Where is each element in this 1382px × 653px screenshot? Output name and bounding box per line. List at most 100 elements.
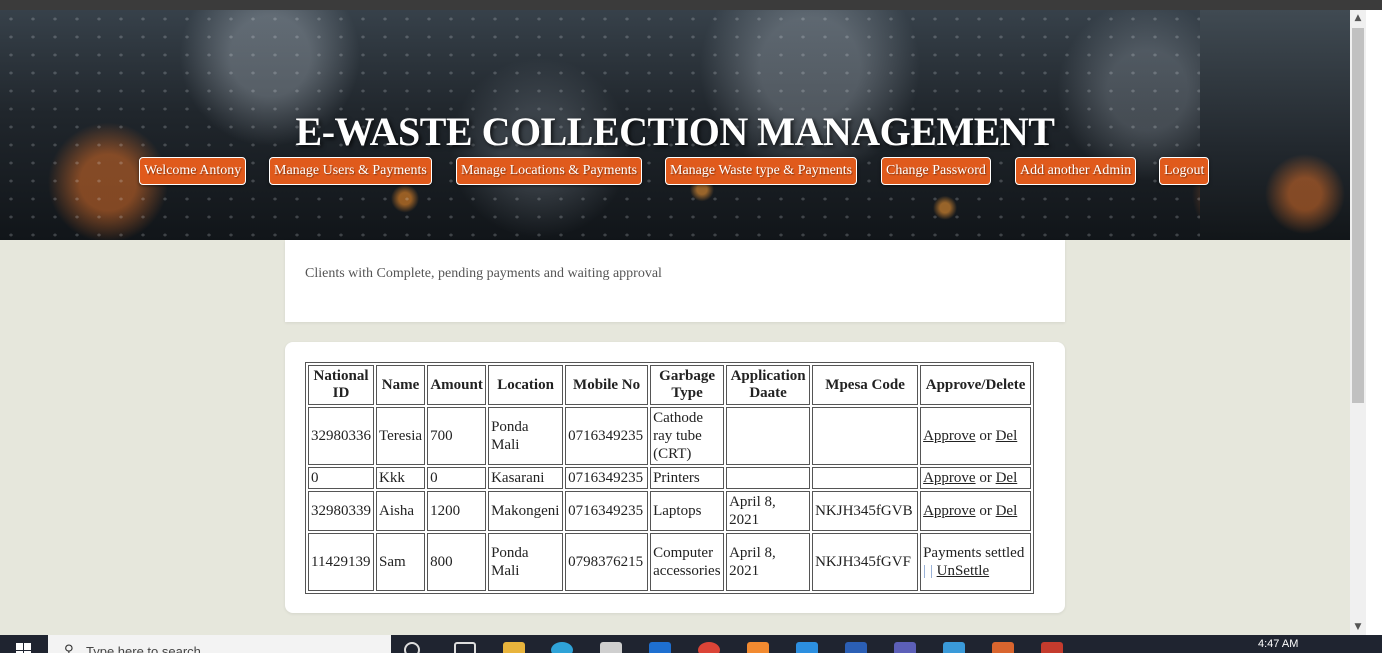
app-icon[interactable] — [894, 642, 916, 653]
cell-location: Ponda Mali — [488, 533, 564, 591]
cell-national-id: 11429139 — [308, 533, 374, 591]
window-right-gutter — [1366, 10, 1382, 635]
col-location: Location — [488, 365, 564, 405]
col-mpesa-code: Mpesa Code — [812, 365, 919, 405]
cell-location: Ponda Mali — [488, 407, 564, 465]
cell-garbage-type: Computer accessories — [650, 533, 725, 591]
approve-link[interactable]: Approve — [923, 470, 976, 486]
table-row: 32980339 Aisha 1200 Makongeni 0716349235… — [308, 491, 1032, 531]
cell-national-id: 32980336 — [308, 407, 374, 465]
cell-name: Teresia — [376, 407, 426, 465]
search-icon: ⚲ — [64, 643, 74, 653]
cell-garbage-type: Printers — [650, 467, 725, 489]
table-row: 0 Kkk 0 Kasarani 0716349235 Printers App… — [308, 467, 1032, 489]
info-card: Clients with Complete, pending payments … — [285, 240, 1065, 322]
table-row: 32980336 Teresia 700 Ponda Mali 07163492… — [308, 407, 1032, 465]
xampp-icon[interactable] — [747, 642, 769, 653]
vscode-icon[interactable] — [796, 642, 818, 653]
cell-garbage-type: Cathode ray tube (CRT) — [650, 407, 725, 465]
cell-mobile: 0716349235 — [565, 467, 649, 489]
search-placeholder: Type here to search — [86, 644, 201, 653]
nav-logout[interactable]: Logout — [1159, 157, 1210, 185]
delete-link[interactable]: Del — [996, 470, 1018, 486]
cell-application-date — [726, 467, 811, 489]
nav-manage-users[interactable]: Manage Users & Payments — [269, 157, 432, 185]
cell-mpesa-code: NKJH345fGVF — [812, 533, 919, 591]
cell-amount: 700 — [427, 407, 487, 465]
cell-location: Makongeni — [488, 491, 564, 531]
cell-garbage-type: Laptops — [650, 491, 725, 531]
approve-link[interactable]: Approve — [923, 503, 976, 519]
cell-amount: 1200 — [427, 491, 487, 531]
delete-link[interactable]: Del — [996, 428, 1018, 444]
or-text: or — [979, 470, 992, 486]
table-header-row: National ID Name Amount Location Mobile … — [308, 365, 1032, 405]
app-icon[interactable] — [992, 642, 1014, 653]
separator: | | — [923, 563, 933, 579]
cell-actions: Approve or Del — [920, 491, 1032, 531]
nav-manage-waste-type[interactable]: Manage Waste type & Payments — [665, 157, 858, 185]
cell-mobile: 0716349235 — [565, 407, 649, 465]
or-text: or — [979, 428, 992, 444]
browser-top-strip — [0, 0, 1382, 10]
page-viewport: E-WASTE COLLECTION MANAGEMENT Welcome An… — [0, 10, 1350, 635]
file-explorer-icon[interactable] — [503, 642, 525, 653]
cell-application-date: April 8, 2021 — [726, 491, 811, 531]
vertical-scrollbar[interactable]: ▲ ▼ — [1350, 10, 1366, 635]
nav-manage-locations[interactable]: Manage Locations & Payments — [456, 157, 643, 185]
col-mobile: Mobile No — [565, 365, 649, 405]
site-title: E-WASTE COLLECTION MANAGEMENT — [295, 109, 1055, 154]
col-approve-delete: Approve/Delete — [920, 365, 1032, 405]
cell-actions: Approve or Del — [920, 467, 1032, 489]
cell-name: Aisha — [376, 491, 426, 531]
mail-icon[interactable] — [649, 642, 671, 653]
cell-actions: Approve or Del — [920, 407, 1032, 465]
cell-national-id: 0 — [308, 467, 374, 489]
cell-name: Sam — [376, 533, 426, 591]
taskbar-clock[interactable]: 4:47 AM — [1258, 638, 1298, 650]
chrome-icon[interactable] — [698, 642, 720, 653]
col-application-date: Application Daate — [726, 365, 811, 405]
info-text: Clients with Complete, pending payments … — [305, 266, 662, 281]
app-icon[interactable] — [1041, 642, 1063, 653]
word-icon[interactable] — [845, 642, 867, 653]
col-amount: Amount — [427, 365, 487, 405]
cortana-icon[interactable] — [404, 642, 420, 653]
nav-welcome[interactable]: Welcome Antony — [139, 157, 247, 185]
cell-location: Kasarani — [488, 467, 564, 489]
cell-mpesa-code — [812, 467, 919, 489]
clients-table: National ID Name Amount Location Mobile … — [305, 362, 1035, 594]
approve-link[interactable]: Approve — [923, 428, 976, 444]
cell-amount: 0 — [427, 467, 487, 489]
cell-name: Kkk — [376, 467, 426, 489]
scroll-up-icon[interactable]: ▲ — [1350, 10, 1366, 26]
cell-mobile: 0716349235 — [565, 491, 649, 531]
cell-actions: Payments settled | | UnSettle — [920, 533, 1032, 591]
unsettle-link[interactable]: UnSettle — [937, 563, 990, 579]
delete-link[interactable]: Del — [996, 503, 1018, 519]
taskbar-search[interactable]: ⚲ Type here to search — [48, 635, 391, 653]
cell-amount: 800 — [427, 533, 487, 591]
cell-national-id: 32980339 — [308, 491, 374, 531]
task-view-icon[interactable] — [454, 642, 476, 653]
app-icon[interactable] — [943, 642, 965, 653]
col-national-id: National ID — [308, 365, 374, 405]
cell-mpesa-code — [812, 407, 919, 465]
col-name: Name — [376, 365, 426, 405]
col-garbage-type: Garbage Type — [650, 365, 725, 405]
or-text: or — [979, 503, 992, 519]
cell-mpesa-code: NKJH345fGVB — [812, 491, 919, 531]
nav-add-admin[interactable]: Add another Admin — [1015, 157, 1137, 185]
cell-mobile: 0798376215 — [565, 533, 649, 591]
edge-icon[interactable] — [551, 642, 573, 653]
payments-settled-text: Payments settled — [923, 545, 1025, 561]
windows-start-icon[interactable] — [16, 643, 32, 653]
scroll-down-icon[interactable]: ▼ — [1350, 619, 1366, 635]
nav-change-password[interactable]: Change Password — [881, 157, 991, 185]
cell-application-date — [726, 407, 811, 465]
clients-card: National ID Name Amount Location Mobile … — [285, 342, 1065, 613]
store-icon[interactable] — [600, 642, 622, 653]
cell-application-date: April 8, 2021 — [726, 533, 811, 591]
scroll-thumb[interactable] — [1352, 28, 1364, 403]
table-row: 11429139 Sam 800 Ponda Mali 0798376215 C… — [308, 533, 1032, 591]
